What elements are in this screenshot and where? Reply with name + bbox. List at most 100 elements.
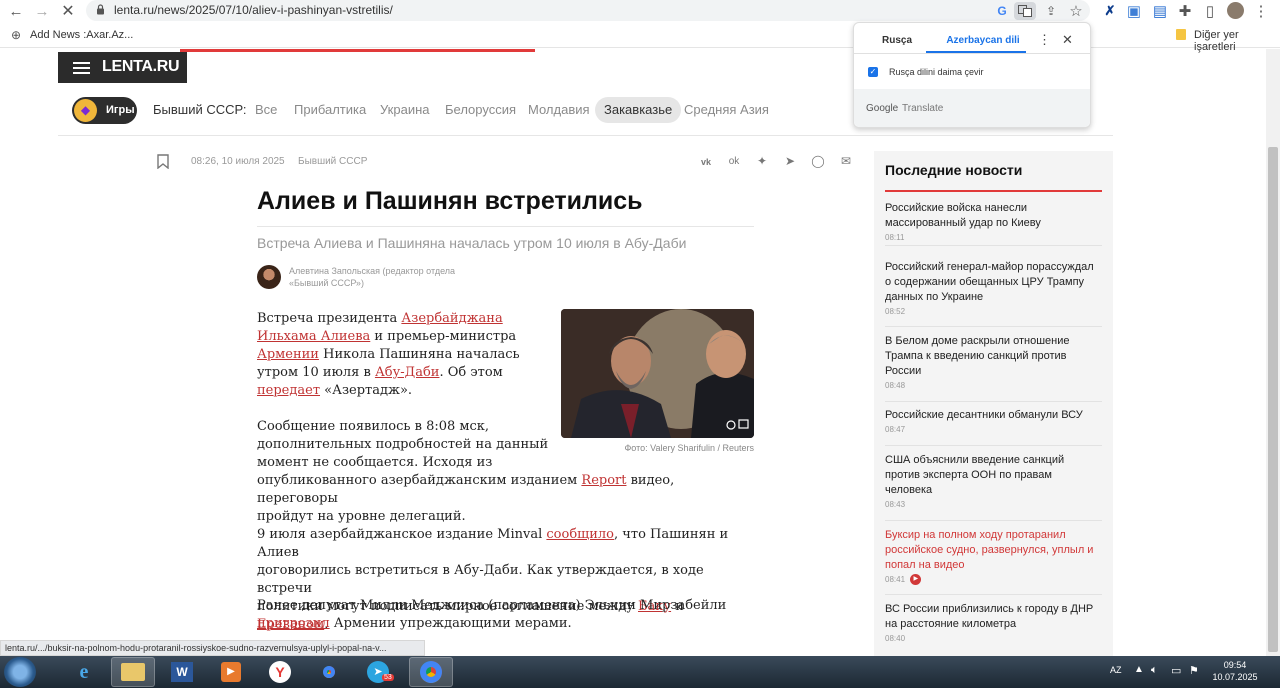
nav-item-caucasus[interactable]: Закавказье [595, 97, 682, 123]
news-item[interactable]: ВС России приблизились к городу в ДНР на … [885, 602, 1102, 645]
nav-item-baltics[interactable]: Прибалтика [285, 97, 375, 123]
more-options-icon[interactable]: ⋮ [1038, 32, 1051, 48]
news-time: 08:47 [885, 425, 906, 434]
puzzle-extensions-icon[interactable]: ✚ [1176, 2, 1194, 20]
paragraph-2: Сообщение появилось в 8:08 мск, дополнит… [257, 419, 675, 524]
back-arrow-icon[interactable]: ← [7, 2, 25, 20]
file-explorer-icon[interactable] [111, 657, 155, 687]
action-center-flag-icon[interactable]: ⚑ [1189, 664, 1199, 677]
link-peredaet[interactable]: передает [257, 383, 320, 398]
article-rubric[interactable]: Бывший СССР [298, 156, 367, 167]
author-avatar[interactable] [257, 265, 281, 289]
games-button[interactable]: ◆ Игры [72, 97, 137, 124]
odnoklassniki-share-icon[interactable]: ok [726, 154, 742, 170]
sidebar-title: Последние новости [885, 162, 1023, 178]
close-icon[interactable]: ✕ [1062, 32, 1073, 48]
network-icon[interactable]: ▭ [1171, 664, 1181, 677]
chrome-active-window-icon[interactable] [409, 657, 453, 687]
nav-item-ukraine[interactable]: Украина [371, 97, 439, 123]
extension-translate-icon[interactable]: ▣ [1125, 2, 1143, 20]
paragraph-4: Ранее депутат Милли Меджлиса (парламента… [257, 598, 727, 631]
page-scrollbar[interactable] [1266, 49, 1280, 657]
link-status-bar: lenta.ru/.../buksir-na-polnom-hodu-prota… [0, 640, 425, 656]
tab-source-language[interactable]: Rusça [882, 35, 912, 46]
forward-arrow-icon[interactable]: → [33, 2, 51, 20]
news-item[interactable]: Российский генерал-майор порассуждал о со… [885, 260, 1102, 318]
link-armenia[interactable]: Армении [257, 347, 319, 362]
video-play-icon: ▶ [910, 574, 922, 586]
nav-item-moldova[interactable]: Молдавия [519, 97, 599, 123]
email-share-icon[interactable]: ✉ [838, 154, 854, 170]
news-time: 08:41 [885, 575, 906, 584]
news-item-hovered[interactable]: Буксир на полном ходу протаранил российск… [885, 528, 1102, 586]
always-translate-label: Rusça dilini daima çevir [889, 67, 984, 77]
news-item[interactable]: Российские десантники обманули ВСУ 08:47 [885, 408, 1102, 436]
tray-chevron-icon[interactable]: ▲ [1134, 664, 1144, 675]
volume-icon[interactable]: 🔈︎ [1151, 664, 1158, 677]
news-time: 08:48 [885, 381, 906, 390]
twitter-share-icon[interactable]: ✦ [754, 154, 770, 170]
internet-explorer-icon[interactable]: e [62, 657, 106, 687]
translate-brand: Translate [902, 103, 944, 114]
side-panel-icon[interactable]: ▯ [1201, 2, 1219, 20]
site-logo[interactable]: LENTA.RU [58, 52, 187, 83]
news-item[interactable]: В Белом доме раскрыли отношение Трампа к … [885, 334, 1102, 392]
star-bookmark-icon[interactable]: ☆ [1067, 2, 1085, 20]
vk-share-icon[interactable]: vk [698, 154, 714, 170]
stop-loading-icon[interactable]: ✕ [59, 2, 77, 20]
menu-kebab-icon[interactable]: ⋮ [1252, 2, 1270, 20]
nav-item-belarus[interactable]: Белоруссия [436, 97, 525, 123]
url-text[interactable]: lenta.ru/news/2025/07/10/aliev-i-pashiny… [114, 3, 393, 17]
bookmark-icon[interactable] [157, 154, 169, 169]
system-clock[interactable]: 09:54 10.07.2025 [1210, 659, 1260, 683]
tab-target-language[interactable]: Azerbaycan dili [940, 35, 1026, 46]
clock-time: 09:54 [1223, 660, 1247, 670]
chrome-icon[interactable] [307, 657, 351, 687]
nav-item-central-asia[interactable]: Средняя Азия [675, 97, 778, 123]
paragraph-1: Встреча президента Азербайджана Ильхама … [257, 311, 520, 398]
always-translate-checkbox[interactable]: ✓ [868, 67, 878, 77]
article-subtitle: Встреча Алиева и Пашиняна началась утром… [257, 235, 687, 251]
sidebar-red-line [885, 190, 1102, 192]
address-bar[interactable]: lenta.ru/news/2025/07/10/aliev-i-pashiny… [86, 0, 1090, 21]
scrollbar-thumb[interactable] [1268, 147, 1278, 652]
browser-toolbar: ← → ✕ lenta.ru/news/2025/07/10/aliev-i-p… [0, 0, 1280, 22]
bookmark-add-news[interactable]: Add News :Axar.Az... [30, 29, 133, 41]
google-lens-icon[interactable]: G [993, 2, 1011, 20]
telegram-icon[interactable]: ➤ 53 [356, 657, 400, 687]
start-button[interactable] [4, 657, 36, 687]
telegram-share-icon[interactable]: ➤ [782, 154, 798, 170]
translate-icon[interactable] [1014, 2, 1036, 20]
extension-x-icon[interactable]: ✗ [1101, 2, 1119, 20]
news-item[interactable]: США объяснили введение санкций против экс… [885, 453, 1102, 511]
lock-icon [97, 4, 104, 15]
extension-blue-icon[interactable]: ▤ [1151, 2, 1169, 20]
news-time: 08:11 [885, 233, 905, 242]
share-icon[interactable]: ⇪ [1042, 2, 1060, 20]
article-title: Алиев и Пашинян встретились [257, 187, 643, 215]
link-soobshchilo[interactable]: сообщило [546, 527, 614, 542]
news-time: 08:43 [885, 500, 906, 509]
link-aliev[interactable]: Ильхама Алиева [257, 329, 370, 344]
title-divider [257, 226, 754, 227]
link-prigrozil[interactable]: пригрозил [257, 616, 330, 631]
link-azerbaijan[interactable]: Азербайджана [401, 311, 502, 326]
gamepad-icon: ◆ [74, 99, 97, 122]
header-divider [58, 135, 1113, 136]
author-name[interactable]: Алевтина Запольская (редактор отдела «Бы… [289, 265, 489, 289]
tab-divider [854, 53, 1090, 54]
folder-icon [1176, 29, 1186, 40]
whatsapp-share-icon[interactable]: ◯ [810, 154, 826, 170]
yandex-browser-icon[interactable]: Y [258, 657, 302, 687]
media-player-icon[interactable]: ▶ [209, 657, 253, 687]
google-brand: Google [866, 103, 899, 114]
nav-item-all[interactable]: Все [246, 97, 286, 123]
profile-avatar[interactable] [1227, 2, 1244, 19]
link-report[interactable]: Report [581, 473, 626, 488]
language-indicator[interactable]: AZ [1110, 665, 1122, 675]
article-datetime: 08:26, 10 июля 2025 [191, 156, 285, 167]
link-abu-dhabi[interactable]: Абу-Даби [375, 365, 440, 380]
news-item[interactable]: Российские войска нанесли массированный у… [885, 201, 1102, 244]
word-icon[interactable]: W [160, 657, 204, 687]
telegram-badge: 53 [382, 674, 394, 681]
